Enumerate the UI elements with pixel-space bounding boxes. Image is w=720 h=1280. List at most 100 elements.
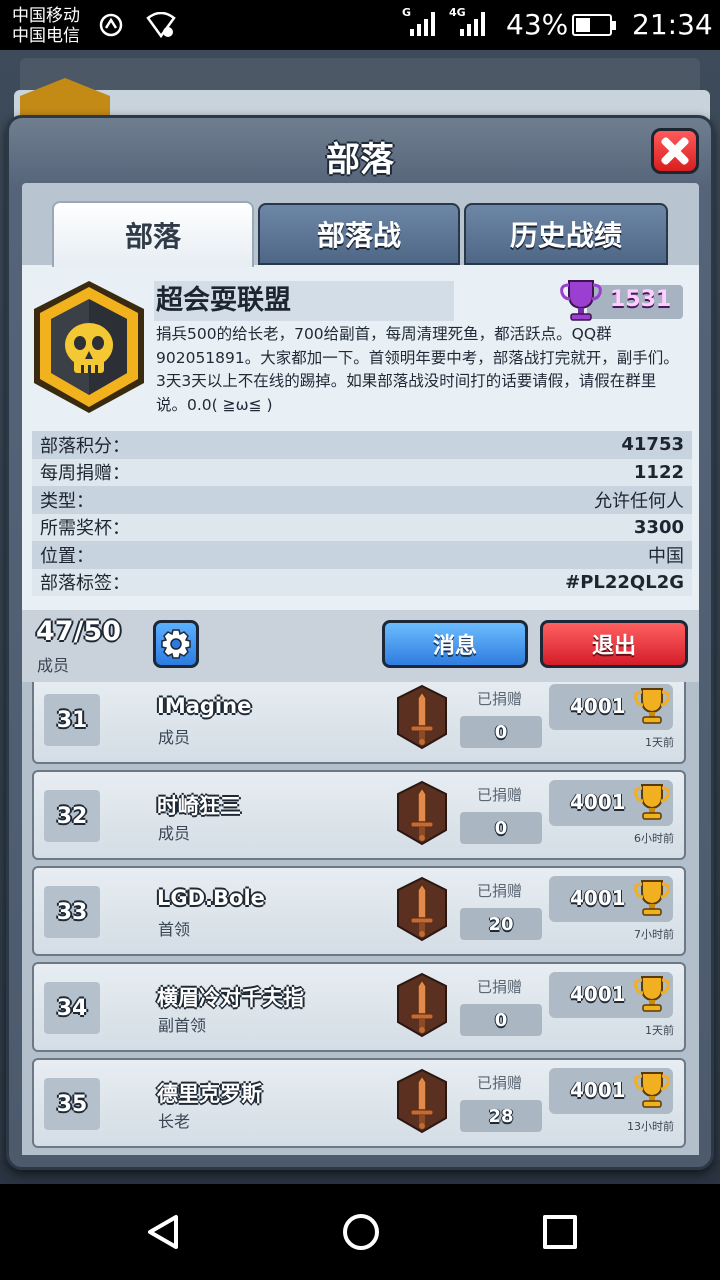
leave-clan-button[interactable]: 退出 xyxy=(540,620,688,668)
settings-button[interactable] xyxy=(153,620,199,668)
member-trophies: 4001 xyxy=(570,694,626,718)
stat-label: 所需奖杯： xyxy=(40,518,130,540)
stat-label: 类型： xyxy=(40,490,94,512)
member-rank: 32 xyxy=(44,790,100,842)
donated-label: 已捐赠 xyxy=(477,1074,523,1092)
clan-stats: 部落积分： 41753 每周捐赠： 1122 类型： 允许任何人 所需奖杯： 3300 … xyxy=(32,431,692,596)
member-row[interactable]: 32 时崎狂三 成员 已捐赠 0 4001 6小时前 xyxy=(32,770,686,860)
clan-name: 超会耍联盟 xyxy=(154,281,454,321)
sword-icon xyxy=(397,876,447,942)
donated-label: 已捐赠 xyxy=(477,882,523,900)
gear-icon xyxy=(161,629,191,659)
member-row[interactable]: 35 德里克罗斯 长老 已捐赠 28 4001 13小时前 xyxy=(32,1058,686,1148)
member-trophies: 4001 xyxy=(570,886,626,910)
navigation-bar xyxy=(0,1184,720,1280)
tab-clan[interactable]: 部落 xyxy=(52,201,254,267)
member-name: LGD.Bole xyxy=(157,886,265,910)
member-list[interactable]: 31 IMagine 成员 已捐赠 0 4001 1天前 32 时崎狂三 成员 xyxy=(22,682,699,1155)
gold-trophy-icon xyxy=(634,688,670,724)
member-trophies: 4001 xyxy=(570,790,626,814)
member-role: 长老 xyxy=(158,1112,191,1131)
member-row[interactable]: 33 LGD.Bole 首领 已捐赠 20 4001 7小时前 xyxy=(32,866,686,956)
battery-percent: 43% xyxy=(506,8,569,41)
clan-trophies: 1531 xyxy=(610,287,672,312)
donated-value: 0 xyxy=(460,812,542,844)
last-seen: 1天前 xyxy=(645,1024,674,1037)
tab-clan-war[interactable]: 部落战 xyxy=(258,203,460,265)
tab-war-history[interactable]: 历史战绩 xyxy=(464,203,668,265)
clan-description: 捐兵500的给长老，700给副首，每周清理死鱼，都活跃点。QQ群90205189… xyxy=(156,325,679,414)
home-icon[interactable] xyxy=(343,1214,379,1250)
sword-icon xyxy=(397,1068,447,1134)
close-button[interactable] xyxy=(651,128,699,174)
clock: 21:34 xyxy=(632,8,713,41)
member-rank: 35 xyxy=(44,1078,100,1130)
data-saver-icon xyxy=(99,13,123,37)
recent-apps-icon[interactable] xyxy=(543,1215,577,1249)
member-rank: 31 xyxy=(44,694,100,746)
member-count: 47/50 xyxy=(36,616,122,647)
signal-2-icon xyxy=(460,12,485,36)
donated-value: 28 xyxy=(460,1100,542,1132)
member-name: 横眉冷对千夫指 xyxy=(157,986,304,1010)
donated-label: 已捐赠 xyxy=(477,786,523,804)
message-button[interactable]: 消息 xyxy=(382,620,528,668)
carrier-labels: 中国移动 中国电信 xyxy=(12,6,80,46)
donated-label: 已捐赠 xyxy=(477,978,523,996)
stat-row: 部落标签： #PL22QL2G xyxy=(32,568,692,596)
carrier-2: 中国电信 xyxy=(12,26,80,46)
purple-trophy-icon xyxy=(560,280,602,321)
donated-value: 0 xyxy=(460,1004,542,1036)
stat-row: 所需奖杯： 3300 xyxy=(32,513,692,541)
panel-title: 部落 xyxy=(326,140,394,180)
skull-shield-icon xyxy=(34,281,144,413)
carrier-1: 中国移动 xyxy=(12,6,80,26)
stat-value: 1122 xyxy=(633,461,684,483)
stat-label: 部落标签： xyxy=(40,573,130,595)
stat-value: 中国 xyxy=(648,545,684,567)
member-role: 成员 xyxy=(158,728,191,747)
battery-level xyxy=(576,18,590,32)
member-row[interactable]: 31 IMagine 成员 已捐赠 0 4001 1天前 xyxy=(32,682,686,764)
sword-icon xyxy=(397,972,447,1038)
member-role: 首领 xyxy=(158,920,191,939)
member-role: 成员 xyxy=(158,824,191,843)
signal-1-icon xyxy=(410,12,435,36)
members-header: 47/50 成员 消息 退出 xyxy=(22,610,699,682)
member-name: 德里克罗斯 xyxy=(157,1082,262,1106)
member-name: IMagine xyxy=(157,694,252,718)
clan-panel: 部落 部落 部落战 历史战绩 超会耍联盟 1531 捐兵500的给长老，700给… xyxy=(6,115,714,1170)
stat-label: 每周捐赠： xyxy=(40,463,130,485)
sword-icon xyxy=(397,780,447,846)
wifi-lock-icon xyxy=(146,12,176,38)
gold-trophy-icon xyxy=(634,880,670,916)
member-rank: 33 xyxy=(44,886,100,938)
last-seen: 1天前 xyxy=(645,736,674,749)
gold-trophy-icon xyxy=(634,1072,670,1108)
panel-content: 部落 部落战 历史战绩 超会耍联盟 1531 捐兵500的给长老，700给副首，… xyxy=(22,183,699,1155)
stat-label: 位置： xyxy=(40,545,94,567)
stat-label: 部落积分： xyxy=(40,435,130,457)
stat-row: 部落积分： 41753 xyxy=(32,431,692,459)
stat-row: 每周捐赠： 1122 xyxy=(32,458,692,486)
member-rank: 34 xyxy=(44,982,100,1034)
member-trophies: 4001 xyxy=(570,982,626,1006)
back-icon[interactable] xyxy=(146,1214,180,1250)
sword-icon xyxy=(397,684,447,750)
stat-value: 41753 xyxy=(621,434,684,456)
status-bar: 中国移动 中国电信 G 4G 43% 21:34 xyxy=(0,0,720,50)
battery-icon xyxy=(572,14,616,36)
close-icon xyxy=(660,136,690,166)
stat-row: 位置： 中国 xyxy=(32,541,692,569)
member-trophies: 4001 xyxy=(570,1078,626,1102)
member-row[interactable]: 34 横眉冷对千夫指 副首领 已捐赠 0 4001 1天前 xyxy=(32,962,686,1052)
gold-trophy-icon xyxy=(634,784,670,820)
stat-value: #PL22QL2G xyxy=(565,571,684,593)
last-seen: 13小时前 xyxy=(627,1120,674,1133)
stat-row: 类型： 允许任何人 xyxy=(32,486,692,514)
last-seen: 7小时前 xyxy=(634,928,674,941)
donated-label: 已捐赠 xyxy=(477,690,523,708)
member-role: 副首领 xyxy=(158,1016,207,1035)
stat-value: 3300 xyxy=(633,516,684,538)
member-count-label: 成员 xyxy=(37,656,70,675)
